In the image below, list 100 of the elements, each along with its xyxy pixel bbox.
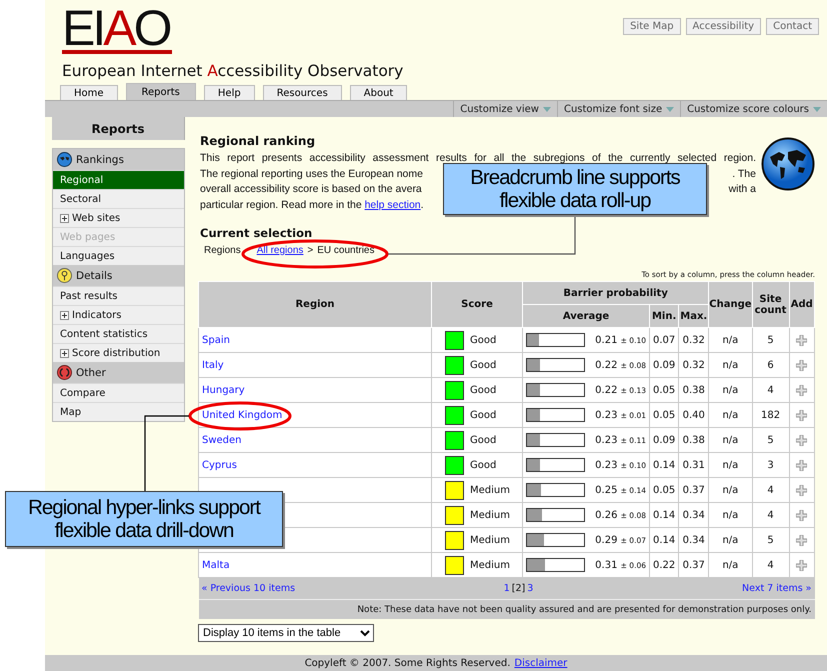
customize-menu[interactable]: Customize font size xyxy=(556,101,680,117)
region-link[interactable]: Spain xyxy=(202,334,230,346)
table-cell: n/a xyxy=(708,452,752,478)
table-cell: 0.14 xyxy=(650,502,679,528)
expand-icon[interactable] xyxy=(60,310,69,320)
customize-menu[interactable]: Customize view xyxy=(453,101,557,117)
table-cell: 0.05 xyxy=(650,378,679,402)
breadcrumb-link[interactable]: All regions xyxy=(256,245,304,256)
table-cell: 5 xyxy=(752,328,790,352)
table-cell: 0.14 xyxy=(650,528,679,552)
add-icon[interactable] xyxy=(796,434,808,446)
intro-text: particular region. Read more in the help section. xyxy=(200,198,424,212)
table-cell: n/a xyxy=(708,428,752,452)
add-icon[interactable] xyxy=(796,334,808,346)
column-header[interactable]: Max. xyxy=(678,304,709,328)
score-label: Medium xyxy=(470,560,510,571)
intro-text: The regional reporting uses the European nome xyxy=(200,166,423,182)
add-icon[interactable] xyxy=(796,384,808,396)
add-icon[interactable] xyxy=(796,460,808,470)
score-label: Good xyxy=(470,384,496,396)
sidebar-item[interactable]: Content statistics xyxy=(53,324,184,343)
sidebar-item[interactable]: Languages xyxy=(53,246,184,265)
score-label: Medium xyxy=(470,534,510,546)
data-note: Note: These data have not been quality assured and are presented for demonstration purposes only. xyxy=(357,604,812,614)
table-cell: 0.38 xyxy=(678,428,709,452)
score-label: Medium xyxy=(470,510,510,521)
sidebar-item[interactable]: Indicators xyxy=(53,305,184,324)
section-label: Rankings xyxy=(76,154,124,166)
customize-menu[interactable]: Customize score colours xyxy=(680,101,827,117)
globe-icon xyxy=(57,152,72,167)
previous-link[interactable]: « Previous 10 items xyxy=(202,583,296,594)
column-header[interactable]: Average xyxy=(522,304,650,328)
sidebar-item[interactable]: Score distribution xyxy=(53,343,184,362)
sidebar-item[interactable]: Regional xyxy=(53,170,184,189)
table-cell: 4 xyxy=(752,378,790,402)
expand-icon[interactable] xyxy=(60,348,69,358)
column-header[interactable]: Score xyxy=(432,282,522,328)
disclaimer-link[interactable]: Disclaimer xyxy=(514,658,568,668)
add-icon[interactable] xyxy=(796,360,808,370)
column-header[interactable]: Change xyxy=(708,282,752,328)
add-icon[interactable] xyxy=(796,560,808,570)
add-icon[interactable] xyxy=(796,410,808,420)
region-link[interactable]: United Kingdom xyxy=(202,410,282,420)
sidebar-item[interactable]: Past results xyxy=(53,286,184,305)
add-icon[interactable] xyxy=(796,534,808,546)
table-cell: n/a xyxy=(708,328,752,352)
region-link[interactable]: Hungary xyxy=(202,384,245,396)
table-cell: 0.05 xyxy=(650,402,679,428)
region-link[interactable]: Italy xyxy=(202,360,224,370)
column-header[interactable]: Min. xyxy=(650,304,679,328)
nav-tab[interactable]: Home xyxy=(60,85,118,100)
sidebar-item[interactable]: Map xyxy=(53,402,184,421)
intro-text: . The xyxy=(732,166,756,182)
top-link[interactable]: Accessibility xyxy=(686,18,762,35)
page-link[interactable]: 1 xyxy=(504,583,510,594)
table-cell: n/a xyxy=(708,378,752,402)
nav-tab[interactable]: Resources xyxy=(262,85,342,100)
page-size-select[interactable]: Display 10 items in the table xyxy=(198,624,374,642)
region-link[interactable]: Malta xyxy=(202,560,230,570)
sidebar-item[interactable]: Web sites xyxy=(53,208,184,227)
table-cell: 0.40 xyxy=(678,402,709,428)
table-cell: 0.32 xyxy=(678,328,709,352)
page-link[interactable]: 3 xyxy=(527,583,534,594)
nav-tab[interactable]: Help xyxy=(204,85,255,100)
sidebar-title: Reports xyxy=(52,117,185,140)
table-cell: n/a xyxy=(708,528,752,552)
intro-text: with a xyxy=(728,182,756,197)
table-cell: 4 xyxy=(752,478,790,502)
next-link[interactable]: Next 7 items » xyxy=(742,583,812,594)
sidebar-item[interactable]: Compare xyxy=(53,383,184,402)
table-cell: 0.34 xyxy=(678,502,709,528)
help-link[interactable]: help section xyxy=(364,198,421,210)
sidebar-item[interactable]: Sectoral xyxy=(53,189,184,208)
caret-icon xyxy=(666,106,674,112)
intro-text: This report presents accessibility assessment results for all the subregions of the currently selected region. xyxy=(200,151,756,166)
region-link[interactable]: Cyprus xyxy=(202,460,237,470)
column-header: Barrier probability xyxy=(522,282,709,304)
region-link[interactable]: Sweden xyxy=(202,434,242,446)
nav-tab[interactable]: About xyxy=(350,85,408,100)
expand-icon[interactable] xyxy=(60,214,69,222)
add-icon[interactable] xyxy=(796,510,808,520)
column-header[interactable]: Site count xyxy=(752,282,790,328)
column-header[interactable]: Region xyxy=(198,282,432,328)
cycle-icon xyxy=(57,365,72,380)
table-cell: 5 xyxy=(752,428,790,452)
table-cell: n/a xyxy=(708,402,752,428)
top-link[interactable]: Contact xyxy=(766,18,819,35)
add-icon[interactable] xyxy=(796,484,808,496)
section-label: Other xyxy=(76,366,106,378)
logo: EIAO xyxy=(62,6,172,54)
copyright-text: Copyleft © 2007. Some Rights Reserved. xyxy=(304,658,510,668)
callout: Regional hyper-links support flexible data drill-down xyxy=(5,491,283,547)
column-header: Add xyxy=(789,282,814,328)
breadcrumb-current: EU countries xyxy=(317,245,374,256)
nav-tab[interactable]: Reports xyxy=(126,83,196,100)
table-cell: 0.07 xyxy=(650,328,679,352)
page-link[interactable]: [2] xyxy=(512,583,526,594)
table-cell: 0.22 xyxy=(650,552,679,578)
top-link[interactable]: Site Map xyxy=(623,18,681,35)
breadcrumb-separator: > xyxy=(307,245,314,256)
